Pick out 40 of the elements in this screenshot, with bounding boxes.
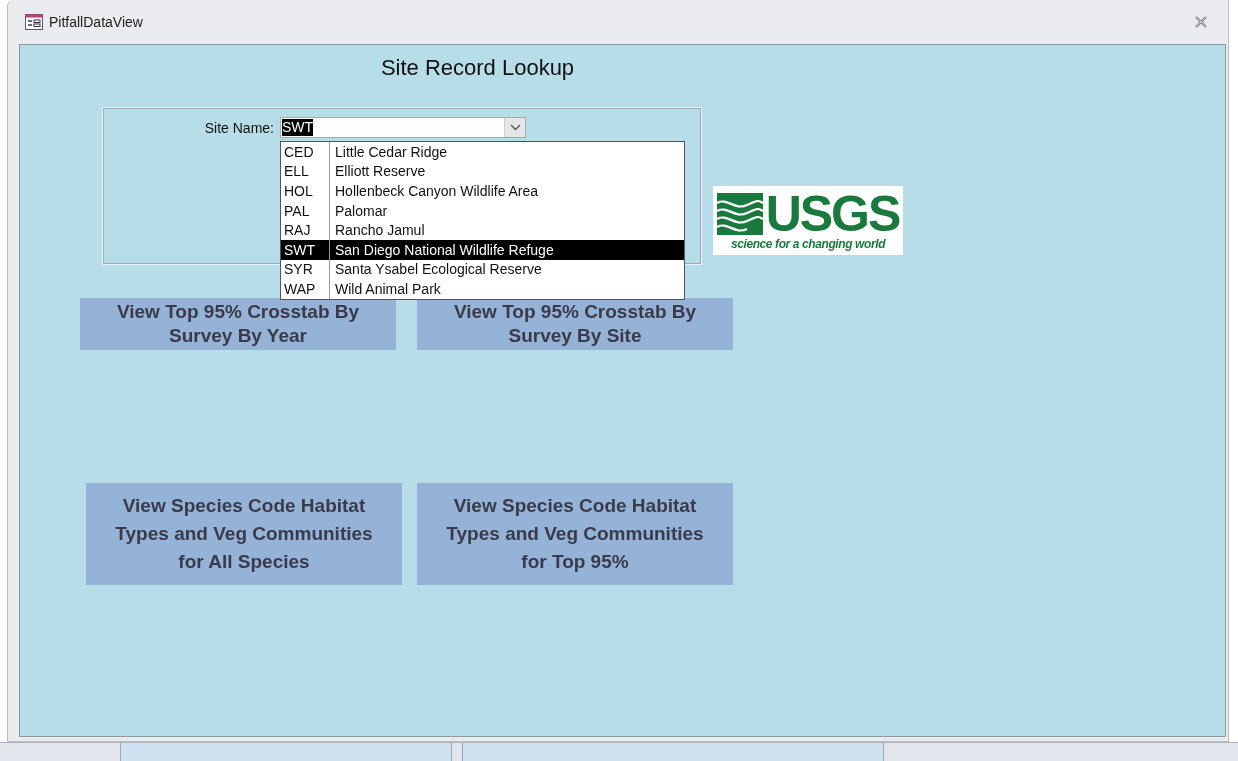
site-code: PAL	[281, 200, 330, 221]
site-name: Little Cedar Ridge	[334, 143, 448, 160]
site-code: SYR	[281, 259, 330, 280]
close-icon[interactable]	[1194, 16, 1208, 28]
logo-tagline: science for a changing world	[730, 236, 886, 251]
list-row[interactable]: ELL Elliott Reserve	[281, 161, 684, 182]
site-code: HOL	[281, 181, 330, 201]
report-button[interactable]: View Species Code Habitat Types and Veg Communities for Top 95%	[417, 483, 733, 585]
site-name: Wild Animal Park	[334, 280, 441, 297]
list-row[interactable]: SWT San Diego National Wildlife Refuge	[281, 239, 684, 260]
field-label: Site Name:	[203, 119, 274, 136]
site-name: Elliott Reserve	[334, 163, 426, 180]
chevron-icon	[509, 124, 521, 131]
list-row[interactable]: HOL Hollenbeck Canyon Wildlife Area	[281, 181, 684, 201]
site-code: ELL	[281, 161, 330, 182]
site-name-combo[interactable]: SWT	[280, 117, 526, 138]
dropdown-button[interactable]	[504, 118, 525, 137]
site-code: SWT	[281, 239, 330, 260]
wave-icon	[716, 192, 763, 235]
window-title: PitfallDataView	[49, 14, 143, 30]
site-code: RAJ	[281, 220, 330, 240]
list-row[interactable]: RAJ Rancho Jamul	[281, 220, 684, 240]
form-icon	[25, 14, 43, 30]
list-row[interactable]: CED Little Cedar Ridge	[281, 142, 684, 162]
site-name: Santa Ysabel Ecological Reserve	[334, 261, 542, 278]
site-name: Palomar	[334, 202, 388, 219]
site-code: CED	[281, 142, 330, 162]
field-value: SWT	[282, 119, 314, 136]
report-button[interactable]: View Species Code Habitat Types and Veg Communities for All Species	[86, 483, 402, 585]
list-row[interactable]: PAL Palomar	[281, 200, 684, 221]
site-name: Rancho Jamul	[334, 222, 425, 239]
report-button[interactable]: View Top 95% Crosstab By Survey By Year	[80, 298, 396, 350]
list-row[interactable]: WAP Wild Animal Park	[281, 279, 684, 299]
site-name: San Diego National Wildlife Refuge	[334, 241, 554, 258]
form-title: Site Record Lookup	[380, 55, 575, 80]
site-name: Hollenbeck Canyon Wildlife Area	[334, 183, 539, 199]
site-code: WAP	[281, 279, 330, 299]
report-button[interactable]: View Top 95% Crosstab By Survey By Site	[417, 298, 733, 350]
list-row[interactable]: SYR Santa Ysabel Ecological Reserve	[281, 259, 684, 280]
logo-wordmark: USGS	[765, 190, 900, 237]
